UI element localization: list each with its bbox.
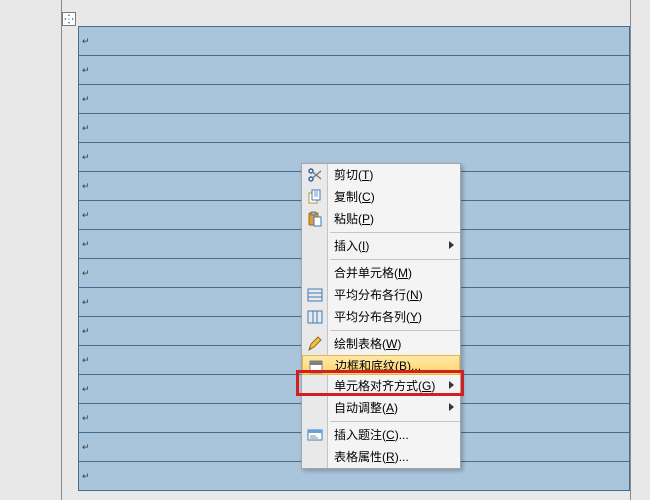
- menu-label: 绘制表格(W): [334, 337, 401, 351]
- menu-item-copy[interactable]: 复制(C): [302, 186, 460, 208]
- menu-label: 插入题注(C)...: [334, 428, 409, 442]
- menu-label: 边框和底纹(B)...: [335, 359, 421, 373]
- table-row[interactable]: ↵: [79, 56, 629, 85]
- paragraph-mark-icon: ↵: [82, 65, 90, 76]
- menu-label: 粘贴(P): [334, 212, 374, 226]
- menu-item-table-properties[interactable]: 表格属性(R)...: [302, 446, 460, 468]
- menu-label: 表格属性(R)...: [334, 450, 409, 464]
- menu-item-distribute-rows[interactable]: 平均分布各行(N): [302, 284, 460, 306]
- paragraph-mark-icon: ↵: [82, 181, 90, 192]
- menu-label: 平均分布各列(Y): [334, 310, 422, 324]
- menu-label: 剪切(T): [334, 168, 373, 182]
- paragraph-mark-icon: ↵: [82, 297, 90, 308]
- menu-separator: [330, 421, 460, 422]
- menu-item-merge-cells[interactable]: 合并单元格(M): [302, 262, 460, 284]
- menu-item-cell-alignment[interactable]: 单元格对齐方式(G): [302, 375, 460, 397]
- paragraph-mark-icon: ↵: [82, 210, 90, 221]
- paragraph-mark-icon: ↵: [82, 384, 90, 395]
- paragraph-mark-icon: ↵: [82, 239, 90, 250]
- menu-separator: [330, 259, 460, 260]
- pencil-icon: [306, 335, 324, 353]
- table-row[interactable]: ↵: [79, 114, 629, 143]
- menu-item-draw-table[interactable]: 绘制表格(W): [302, 333, 460, 355]
- menu-label: 自动调整(A): [334, 401, 398, 415]
- ruler-margin-left: [61, 0, 62, 500]
- paragraph-mark-icon: ↵: [82, 355, 90, 366]
- scissors-icon: [306, 166, 324, 184]
- copy-icon: [306, 188, 324, 206]
- table-move-handle[interactable]: [62, 12, 76, 26]
- menu-item-distribute-cols[interactable]: 平均分布各列(Y): [302, 306, 460, 328]
- paragraph-mark-icon: ↵: [82, 94, 90, 105]
- table-row[interactable]: ↵: [79, 27, 629, 56]
- paragraph-mark-icon: ↵: [82, 152, 90, 163]
- menu-item-borders-shading[interactable]: 边框和底纹(B)...: [302, 355, 460, 375]
- menu-separator: [330, 232, 460, 233]
- paragraph-mark-icon: ↵: [82, 123, 90, 134]
- paragraph-mark-icon: ↵: [82, 326, 90, 337]
- caption-icon: [306, 426, 324, 444]
- ruler-margin-right: [630, 0, 631, 500]
- menu-label: 复制(C): [334, 190, 375, 204]
- paragraph-mark-icon: ↵: [82, 36, 90, 47]
- menu-item-insert[interactable]: 插入(I): [302, 235, 460, 257]
- borders-icon: [307, 358, 325, 376]
- table-row[interactable]: ↵: [79, 85, 629, 114]
- menu-item-autofit[interactable]: 自动调整(A): [302, 397, 460, 419]
- distribute-rows-icon: [306, 286, 324, 304]
- distribute-cols-icon: [306, 308, 324, 326]
- chevron-right-icon: [449, 403, 454, 411]
- menu-label: 平均分布各行(N): [334, 288, 423, 302]
- paragraph-mark-icon: ↵: [82, 413, 90, 424]
- menu-label: 插入(I): [334, 239, 369, 253]
- paragraph-mark-icon: ↵: [82, 268, 90, 279]
- paste-icon: [306, 210, 324, 228]
- chevron-right-icon: [449, 381, 454, 389]
- paragraph-mark-icon: ↵: [82, 471, 90, 482]
- menu-item-insert-caption[interactable]: 插入题注(C)...: [302, 424, 460, 446]
- menu-separator: [330, 330, 460, 331]
- menu-item-paste[interactable]: 粘贴(P): [302, 208, 460, 230]
- menu-label: 单元格对齐方式(G): [334, 379, 435, 393]
- menu-item-cut[interactable]: 剪切(T): [302, 164, 460, 186]
- context-menu: 剪切(T) 复制(C) 粘贴(P) 插入(I) 合并单元格(M) 平均分布各行(…: [301, 163, 461, 469]
- menu-label: 合并单元格(M): [334, 266, 412, 280]
- paragraph-mark-icon: ↵: [82, 442, 90, 453]
- chevron-right-icon: [449, 241, 454, 249]
